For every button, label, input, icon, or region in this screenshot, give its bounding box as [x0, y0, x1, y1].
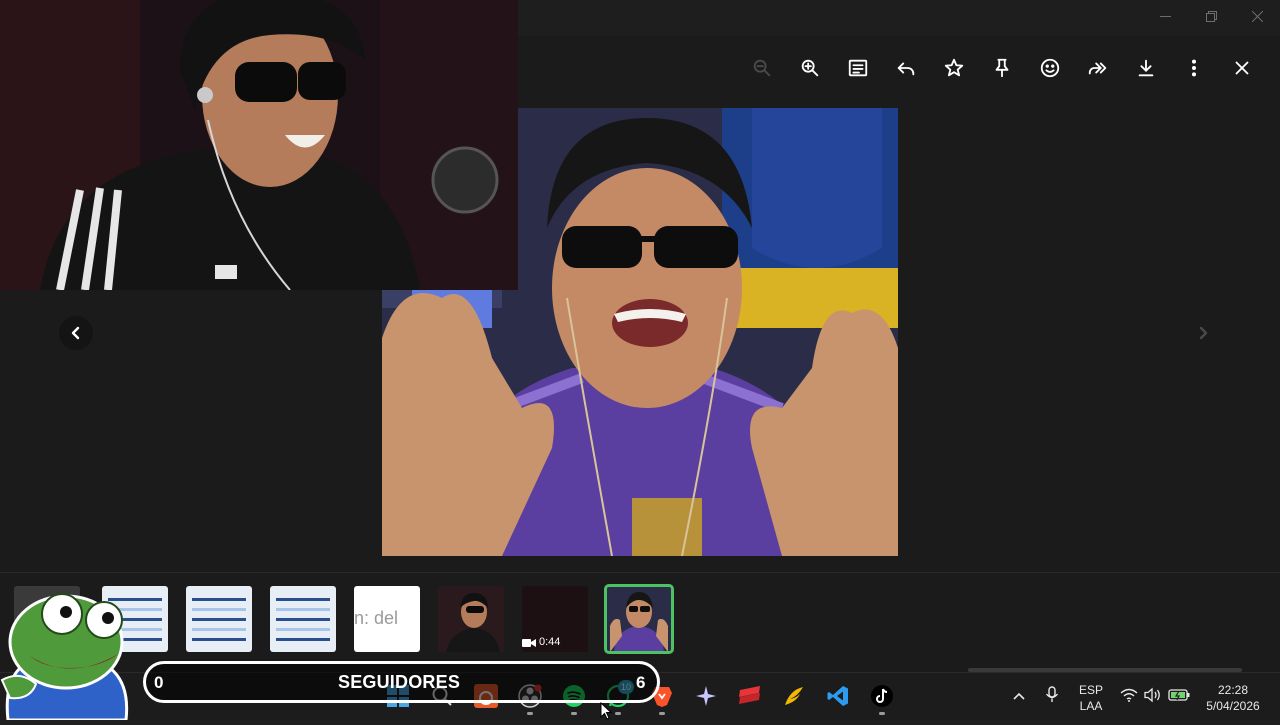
tiktok-button[interactable] [868, 682, 896, 710]
followers-goal: 6 [636, 673, 646, 692]
webcam-illustration [0, 0, 518, 290]
followers-label: SEGUIDORES [338, 672, 461, 692]
followers-count: 0 [154, 673, 164, 692]
reply-icon [897, 62, 915, 76]
video-duration: 0:44 [539, 636, 561, 648]
star-icon [944, 58, 964, 77]
emoji-icon [1040, 58, 1060, 78]
clock[interactable]: 22:28 5/04/2026 [1196, 682, 1270, 714]
restore-icon [1205, 10, 1217, 22]
thumbnail-item[interactable] [186, 586, 252, 652]
thumbnail-item[interactable] [270, 586, 336, 652]
previous-button[interactable] [59, 316, 93, 350]
frog-sticker-icon [0, 593, 129, 722]
keyboard-layout: LAA [1079, 699, 1103, 713]
microphone-icon [1045, 686, 1059, 702]
zoom-out-button[interactable] [746, 52, 778, 84]
tiktok-icon [871, 685, 893, 707]
more-options-button[interactable] [1178, 52, 1210, 84]
download-icon [1138, 59, 1154, 77]
download-button[interactable] [1130, 52, 1162, 84]
wifi-icon [1120, 688, 1138, 702]
pepe-sticker [0, 584, 136, 722]
caption-icon [848, 59, 868, 77]
volume-button[interactable] [1144, 687, 1162, 708]
app-yellow-button[interactable] [780, 682, 808, 710]
network-button[interactable] [1120, 688, 1138, 707]
caption-button[interactable] [842, 52, 874, 84]
zoom-out-icon [753, 59, 771, 77]
thumbnail-item[interactable]: n: del [354, 586, 420, 652]
thumbnail-text: n: del [354, 608, 399, 628]
thumbnail-person-illustration [446, 592, 500, 652]
close-window-icon [1251, 10, 1263, 22]
sparkle-app-icon [696, 686, 716, 706]
clock-date: 5/04/2026 [1206, 699, 1260, 713]
app-red-button[interactable] [736, 682, 764, 710]
thumbnail-item-selected[interactable] [604, 584, 674, 654]
forward-button[interactable] [1082, 52, 1114, 84]
more-icon [1191, 59, 1197, 77]
app-purple-button[interactable] [692, 682, 720, 710]
webcam-overlay [0, 0, 518, 290]
zoom-in-icon [801, 59, 819, 77]
running-indicator [527, 712, 533, 715]
volume-icon [1144, 687, 1160, 703]
star-button[interactable] [938, 52, 970, 84]
running-indicator [879, 712, 885, 715]
close-icon [1235, 61, 1249, 75]
chevron-right-icon [1199, 326, 1208, 340]
language-code: ESP [1078, 683, 1103, 697]
reply-button[interactable] [890, 52, 922, 84]
maximize-button[interactable] [1188, 0, 1234, 32]
minimize-button[interactable] [1142, 0, 1188, 32]
show-hidden-icons-button[interactable] [1012, 688, 1026, 706]
cursor-icon [600, 701, 613, 720]
battery-button[interactable] [1168, 688, 1190, 707]
pin-icon [995, 58, 1009, 78]
horizontal-scrollbar[interactable] [968, 668, 1242, 672]
minimize-icon [1159, 15, 1171, 17]
red-stack-icon [739, 686, 760, 704]
vscode-button[interactable] [824, 682, 852, 710]
video-camera-icon [522, 639, 536, 647]
running-indicator [659, 712, 665, 715]
emoji-button[interactable] [1034, 52, 1066, 84]
language-indicator[interactable]: ESP LAA [1074, 682, 1108, 714]
thumbnail-item[interactable] [438, 586, 504, 652]
chevron-left-icon [71, 326, 80, 340]
running-indicator [571, 712, 577, 715]
close-viewer-button[interactable] [1226, 52, 1258, 84]
thumbnail-selected-illustration [606, 586, 672, 652]
zoom-in-button[interactable] [794, 52, 826, 84]
video-thumbnail[interactable]: 0:44 [522, 586, 588, 652]
battery-charging-icon [1168, 689, 1190, 701]
microphone-button[interactable] [1045, 686, 1059, 709]
chevron-up-icon [1013, 692, 1025, 700]
yellow-feather-icon [785, 687, 803, 705]
mouse-cursor [600, 701, 613, 725]
pin-button[interactable] [986, 52, 1018, 84]
running-indicator [615, 712, 621, 715]
forward-icon [1088, 62, 1107, 75]
next-button[interactable] [1186, 316, 1220, 350]
clock-time: 22:28 [1217, 683, 1249, 697]
close-window-button[interactable] [1234, 0, 1280, 32]
vscode-icon [827, 686, 848, 706]
